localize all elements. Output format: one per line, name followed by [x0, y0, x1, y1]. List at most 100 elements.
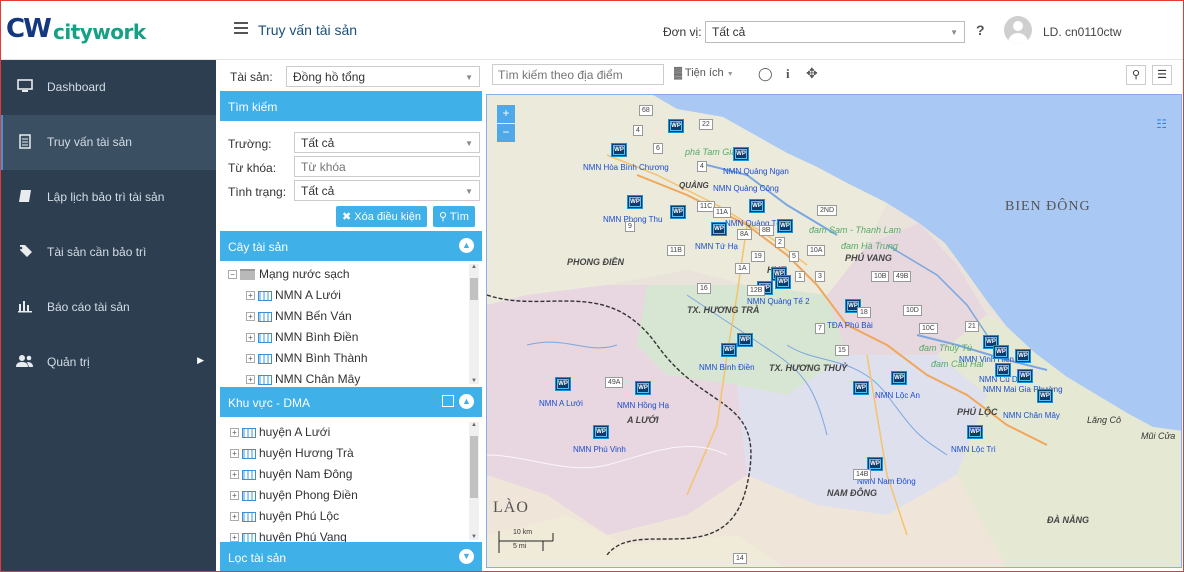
list-view-icon[interactable]: ☰ — [1152, 65, 1172, 85]
water-plant-marker[interactable]: WP — [1015, 349, 1031, 363]
collapse-toggle-icon[interactable]: − — [228, 270, 237, 280]
tree-node[interactable]: + NMN Chân Mây — [246, 372, 360, 386]
tree-node[interactable]: + huyện Phong Điền — [230, 488, 358, 502]
water-plant-marker[interactable]: WP — [993, 345, 1009, 359]
water-plant-marker[interactable]: WP — [593, 425, 609, 439]
water-plant-marker[interactable]: WP — [627, 195, 643, 209]
water-plant-marker[interactable]: WP — [670, 205, 686, 219]
tree-node[interactable]: + huyện Hương Trà — [230, 446, 354, 460]
sidebar-item-admin[interactable]: Quản trị ▶ — [0, 335, 216, 390]
keyword-input[interactable] — [294, 156, 480, 177]
book-icon — [16, 189, 34, 205]
tree-node[interactable]: + huyện Nam Đông — [230, 467, 352, 481]
asset-select[interactable]: Đồng hồ tổng ▼ — [286, 66, 480, 87]
tree-node[interactable]: + huyện A Lưới — [230, 425, 330, 439]
water-plant-marker[interactable]: WP — [611, 143, 627, 157]
avatar[interactable] — [1004, 16, 1032, 44]
expand-icon[interactable]: + — [230, 491, 239, 501]
expand-icon[interactable]: ▼ — [459, 549, 474, 564]
sidebar-item-label: Dashboard — [47, 80, 106, 94]
expand-icon[interactable]: + — [246, 333, 255, 343]
chevron-down-icon: ▼ — [465, 73, 473, 82]
search-section-header[interactable]: Tìm kiếm — [220, 91, 482, 121]
expand-icon[interactable]: + — [230, 470, 239, 480]
road-number: 11A — [713, 207, 731, 218]
road-number: 21 — [965, 321, 979, 332]
unit-select-value: Tất cả — [712, 25, 746, 39]
tree-node[interactable]: + huyện Phú Vang — [230, 530, 347, 542]
help-button[interactable]: ? — [976, 22, 985, 38]
sidebar-item-asset-query[interactable]: Truy vấn tài sản — [0, 115, 216, 170]
expand-icon[interactable]: + — [246, 291, 255, 301]
sidebar-item-maintenance-schedule[interactable]: Lập lịch bảo trì tài sản — [0, 170, 216, 225]
expand-icon[interactable]: + — [230, 428, 239, 438]
water-plant-marker[interactable]: WP — [733, 147, 749, 161]
tree-node[interactable]: + NMN Bình Thành — [246, 351, 368, 365]
zoom-in-button[interactable]: + — [497, 105, 515, 123]
field-select[interactable]: Tất cả ▼ — [294, 132, 480, 153]
search-button[interactable]: ⚲ Tìm — [433, 206, 475, 227]
checkbox[interactable] — [442, 395, 454, 407]
status-select[interactable]: Tất cả ▼ — [294, 180, 480, 201]
move-icon[interactable]: ✥ — [806, 64, 818, 85]
location-search-input[interactable] — [492, 64, 664, 85]
sidebar-item-asset-report[interactable]: Báo cáo tài sản — [0, 280, 216, 335]
info-icon[interactable]: i — [786, 64, 790, 85]
expand-icon[interactable]: + — [230, 533, 239, 542]
tree-node[interactable]: + NMN Bình Điền — [246, 330, 358, 344]
zoom-out-button[interactable]: − — [497, 124, 515, 142]
water-plant-marker[interactable]: WP — [749, 199, 765, 213]
water-plant-marker[interactable]: WP — [721, 343, 737, 357]
tree-node[interactable]: + NMN A Lưới — [246, 288, 341, 302]
sidebar-item-label: Tài sản cần bảo trì — [47, 245, 147, 259]
asset-tree-header[interactable]: Cây tài sản ▲ — [220, 231, 482, 261]
collapse-icon[interactable]: ▲ — [459, 238, 474, 253]
water-plant-marker[interactable]: WP — [775, 275, 791, 289]
user-name[interactable]: LD. cn0110ctw — [1043, 25, 1122, 39]
water-plant-marker[interactable]: WP — [777, 219, 793, 233]
water-plant-marker[interactable]: WP — [995, 363, 1011, 377]
unit-select[interactable]: Tất cả ▼ — [705, 21, 965, 43]
road-number: 10D — [903, 305, 922, 316]
water-plant-marker[interactable]: WP — [891, 371, 907, 385]
dma-header[interactable]: Khu vực - DMA ▲ — [220, 387, 482, 417]
water-plant-marker[interactable]: WP — [1017, 369, 1033, 383]
water-plant-marker[interactable]: WP — [737, 333, 753, 347]
scale-km: 10 km — [513, 529, 533, 536]
citywork-logo[interactable]: CW citywork — [6, 14, 156, 46]
sidebar-item-assets-need-maintenance[interactable]: Tài sản cần bảo trì — [0, 225, 216, 280]
expand-icon[interactable]: + — [246, 354, 255, 364]
expand-icon[interactable]: + — [246, 312, 255, 322]
expand-icon[interactable]: + — [230, 449, 239, 459]
region-label: PHÚ VANG — [845, 253, 892, 263]
sidebar-item-dashboard[interactable]: Dashboard — [0, 60, 216, 115]
collapse-icon[interactable]: ▲ — [459, 394, 474, 409]
water-plant-marker[interactable]: WP — [1037, 389, 1053, 403]
search-button-label: Tìm — [449, 211, 469, 223]
map-pin-icon[interactable]: ⚲ — [1126, 65, 1146, 85]
scrollbar[interactable]: ▲ ▼ — [469, 264, 479, 384]
utilities-dropdown[interactable]: ▓ Tiện ích ▼ — [674, 64, 734, 85]
water-plant-marker[interactable]: WP — [635, 381, 651, 395]
place-label: NMN Bình Điền — [699, 363, 755, 372]
map-view[interactable]: + − ☷ BIEN ĐÔNG LÀO PHONG ĐIỀN TX. HƯƠNG… — [486, 94, 1182, 568]
water-plant-marker[interactable]: WP — [967, 425, 983, 439]
water-plant-marker[interactable]: WP — [853, 381, 869, 395]
asset-select-value: Đồng hồ tổng — [293, 70, 366, 84]
lasso-icon[interactable]: ◯ — [758, 64, 773, 85]
layers-list-icon[interactable]: ☷ — [1156, 117, 1167, 131]
tree-node[interactable]: + huyện Phú Lộc — [230, 509, 339, 523]
clear-conditions-button[interactable]: ✖ Xóa điều kiện — [336, 206, 427, 227]
sidebar-item-label: Báo cáo tài sản — [47, 300, 130, 314]
expand-icon[interactable]: + — [230, 512, 239, 522]
water-plant-marker[interactable]: WP — [668, 119, 684, 133]
water-plant-marker[interactable]: WP — [555, 377, 571, 391]
scrollbar[interactable]: ▲ ▼ — [469, 422, 479, 540]
menu-toggle-icon[interactable] — [234, 22, 248, 34]
water-plant-marker[interactable]: WP — [711, 222, 727, 236]
expand-icon[interactable]: + — [246, 375, 255, 385]
tree-node-label: NMN Bình Thành — [275, 351, 368, 365]
tree-node[interactable]: + NMN Bến Ván — [246, 309, 352, 323]
tree-node-root[interactable]: − Mạng nước sạch — [228, 267, 350, 281]
asset-filter-header[interactable]: Lọc tài sản ▼ — [220, 542, 482, 572]
